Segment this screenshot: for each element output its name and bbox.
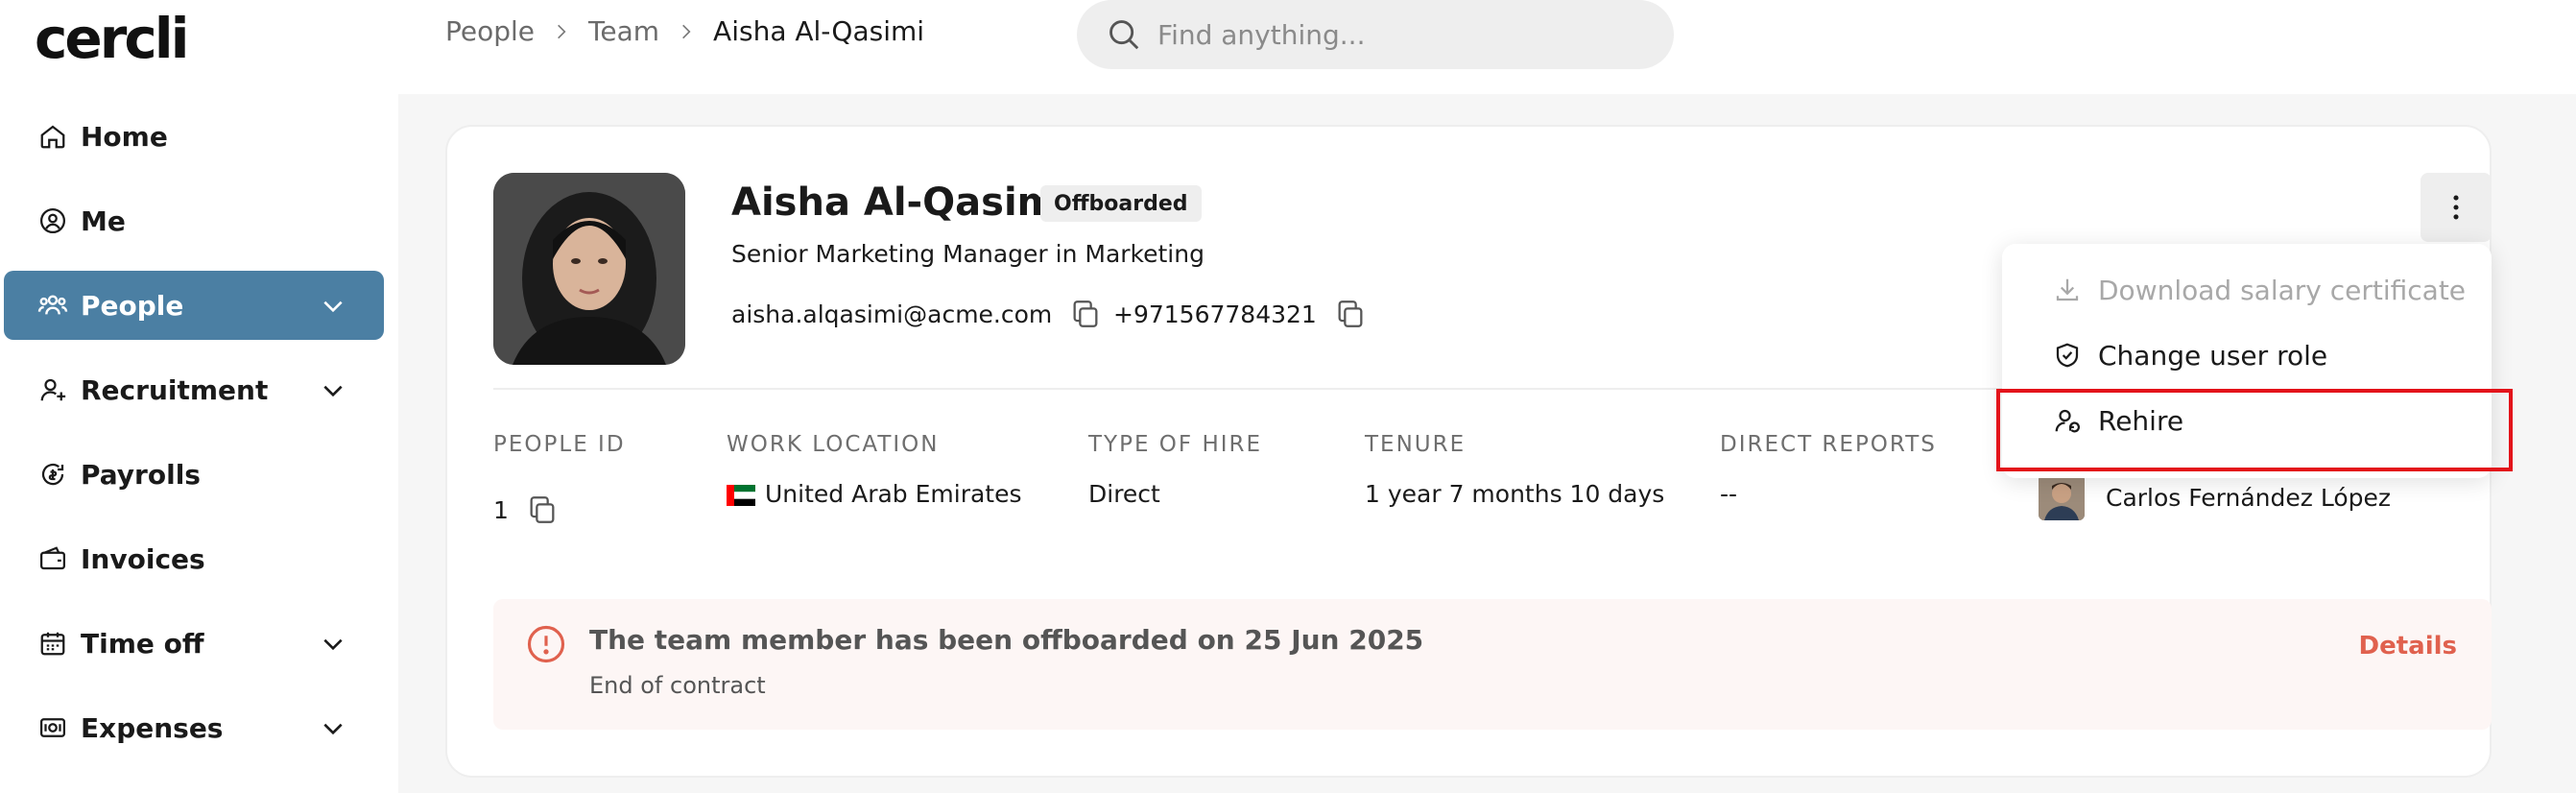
chevron-down-icon[interactable] (321, 716, 346, 741)
download-icon (2052, 275, 2083, 305)
search-bar[interactable] (1077, 0, 1674, 69)
sidebar-item-label: Recruitment (81, 373, 269, 406)
tenure-value: 1 year 7 months 10 days (1365, 480, 1665, 508)
wallet-icon (36, 542, 69, 575)
details-link[interactable]: Details (2359, 632, 2458, 661)
shield-check-icon (2052, 340, 2083, 371)
sidebar-item-label: Invoices (81, 542, 205, 575)
menu-item-label: Change user role (2098, 339, 2328, 372)
email-text: aisha.alqasimi@acme.com (731, 300, 1053, 328)
chevron-down-icon[interactable] (321, 378, 346, 403)
work-location-label: WORK LOCATION (727, 432, 940, 457)
people-icon (36, 289, 69, 322)
direct-reports-value: -- (1720, 480, 1738, 508)
breadcrumb-item-current: Aisha Al-Qasimi (713, 15, 925, 47)
search-icon (1109, 20, 1139, 50)
phone-text: +971567784321 (1113, 300, 1317, 328)
chevron-right-icon (558, 24, 566, 38)
offboarded-alert: The team member has been offboarded on 2… (493, 599, 2492, 730)
profile-name: Aisha Al-Qasimi (731, 180, 1071, 225)
sidebar-item-label: People (81, 289, 184, 322)
manager-value[interactable]: Carlos Fernández López (2039, 474, 2391, 520)
payroll-icon (36, 458, 69, 491)
calendar-icon (36, 627, 69, 660)
sidebar-item-label: Home (81, 120, 168, 153)
search-input[interactable] (1157, 18, 1618, 51)
actions-dropdown-menu: Download salary certificate Change user … (2002, 244, 2492, 478)
menu-item-label: Rehire (2098, 404, 2184, 437)
chevron-down-icon[interactable] (321, 632, 346, 657)
sidebar-item-home[interactable]: Home (4, 102, 384, 171)
alert-circle-icon (527, 625, 565, 663)
sidebar-item-expenses[interactable]: Expenses (4, 693, 384, 762)
direct-reports-label: DIRECT REPORTS (1720, 432, 1937, 457)
status-badge: Offboarded (1040, 185, 1202, 222)
people-id-value: 1 (493, 493, 559, 526)
menu-item-change-user-role[interactable]: Change user role (2002, 324, 2492, 386)
profile-avatar (493, 173, 685, 365)
type-of-hire-label: TYPE OF HIRE (1088, 432, 1263, 457)
alert-subtitle: End of contract (589, 672, 766, 699)
sidebar-item-label: Me (81, 204, 126, 237)
alert-title: The team member has been offboarded on 2… (589, 624, 1424, 656)
breadcrumb-item-team[interactable]: Team (588, 15, 659, 47)
breadcrumb: People Team Aisha Al-Qasimi (445, 15, 924, 47)
user-plus-icon (36, 373, 69, 406)
sidebar-item-payrolls[interactable]: Payrolls (4, 440, 384, 509)
home-icon (36, 120, 69, 153)
work-location-text: United Arab Emirates (765, 480, 1022, 508)
profile-email: aisha.alqasimi@acme.com (731, 298, 1102, 330)
user-rehire-icon (2052, 405, 2083, 436)
more-actions-button[interactable] (2421, 173, 2492, 242)
chevron-right-icon (682, 24, 691, 38)
manager-avatar (2039, 474, 2085, 520)
work-location-value: United Arab Emirates (727, 480, 1022, 508)
sidebar-item-label: Expenses (81, 711, 224, 744)
copy-icon[interactable] (526, 493, 559, 526)
chevron-down-icon[interactable] (321, 294, 346, 319)
sidebar-item-label: Time off (81, 627, 204, 660)
people-id-text: 1 (493, 495, 509, 524)
user-circle-icon (36, 204, 69, 237)
profile-subtitle: Senior Marketing Manager in Marketing (731, 240, 1205, 268)
people-id-label: PEOPLE ID (493, 432, 626, 457)
menu-item-label: Download salary certificate (2098, 274, 2467, 306)
tenure-label: TENURE (1365, 432, 1467, 457)
type-of-hire-value: Direct (1088, 480, 1160, 508)
sidebar-item-time-off[interactable]: Time off (4, 609, 384, 678)
sidebar-item-invoices[interactable]: Invoices (4, 524, 384, 593)
sidebar: cercli Home Me People Recruitment Payrol… (0, 0, 398, 793)
uae-flag-icon (727, 484, 755, 506)
more-vertical-icon (2453, 195, 2459, 220)
app-logo[interactable]: cercli (35, 6, 189, 71)
copy-icon[interactable] (1069, 298, 1102, 330)
sidebar-item-me[interactable]: Me (4, 186, 384, 255)
sidebar-item-label: Payrolls (81, 458, 201, 491)
sidebar-item-recruitment[interactable]: Recruitment (4, 355, 384, 424)
money-icon (36, 711, 69, 744)
profile-phone: +971567784321 (1113, 298, 1367, 330)
breadcrumb-item-people[interactable]: People (445, 15, 535, 47)
copy-icon[interactable] (1334, 298, 1367, 330)
manager-name: Carlos Fernández López (2106, 483, 2391, 512)
menu-item-rehire[interactable]: Rehire (2002, 390, 2492, 451)
menu-item-download-salary-certificate[interactable]: Download salary certificate (2002, 259, 2492, 321)
sidebar-item-people[interactable]: People (4, 271, 384, 340)
